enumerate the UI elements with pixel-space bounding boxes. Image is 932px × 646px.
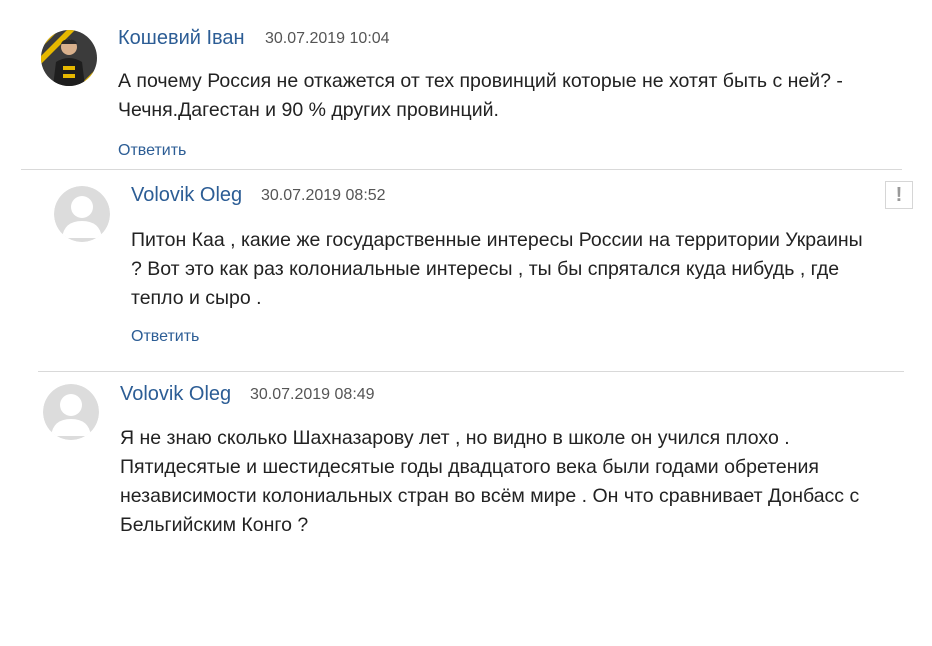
- reply-button[interactable]: Ответить: [131, 328, 199, 346]
- comment-date: 30.07.2019 08:49: [250, 386, 375, 403]
- comment-text: Я не знаю сколько Шахназарову лет , но в…: [120, 427, 860, 536]
- comment-date: 30.07.2019 10:04: [265, 30, 390, 47]
- comment-item: Volovik Oleg 30.07.2019 08:49 Я не знаю …: [0, 372, 932, 572]
- report-button[interactable]: !: [885, 181, 913, 209]
- comment-author-link[interactable]: Volovik Oleg: [131, 184, 242, 207]
- default-user-avatar[interactable]: [43, 384, 99, 440]
- user-photo-avatar[interactable]: [41, 30, 97, 86]
- comment-author-link[interactable]: Кошевий Іван: [118, 27, 245, 50]
- comment-text: Питон Каа , какие же государственные инт…: [131, 229, 863, 309]
- reply-button[interactable]: Ответить: [118, 142, 186, 160]
- default-user-avatar[interactable]: [54, 186, 110, 242]
- comment-text: А почему Россия не откажется от тех пров…: [118, 70, 843, 121]
- exclamation-icon: !: [895, 184, 903, 206]
- comment-date: 30.07.2019 08:52: [261, 187, 386, 204]
- comment-item: Кошевий Іван 30.07.2019 10:04 А почему Р…: [0, 0, 932, 170]
- comment-author-link[interactable]: Volovik Oleg: [120, 383, 231, 406]
- comment-item: Volovik Oleg 30.07.2019 08:52 ! Питон Ка…: [0, 170, 932, 370]
